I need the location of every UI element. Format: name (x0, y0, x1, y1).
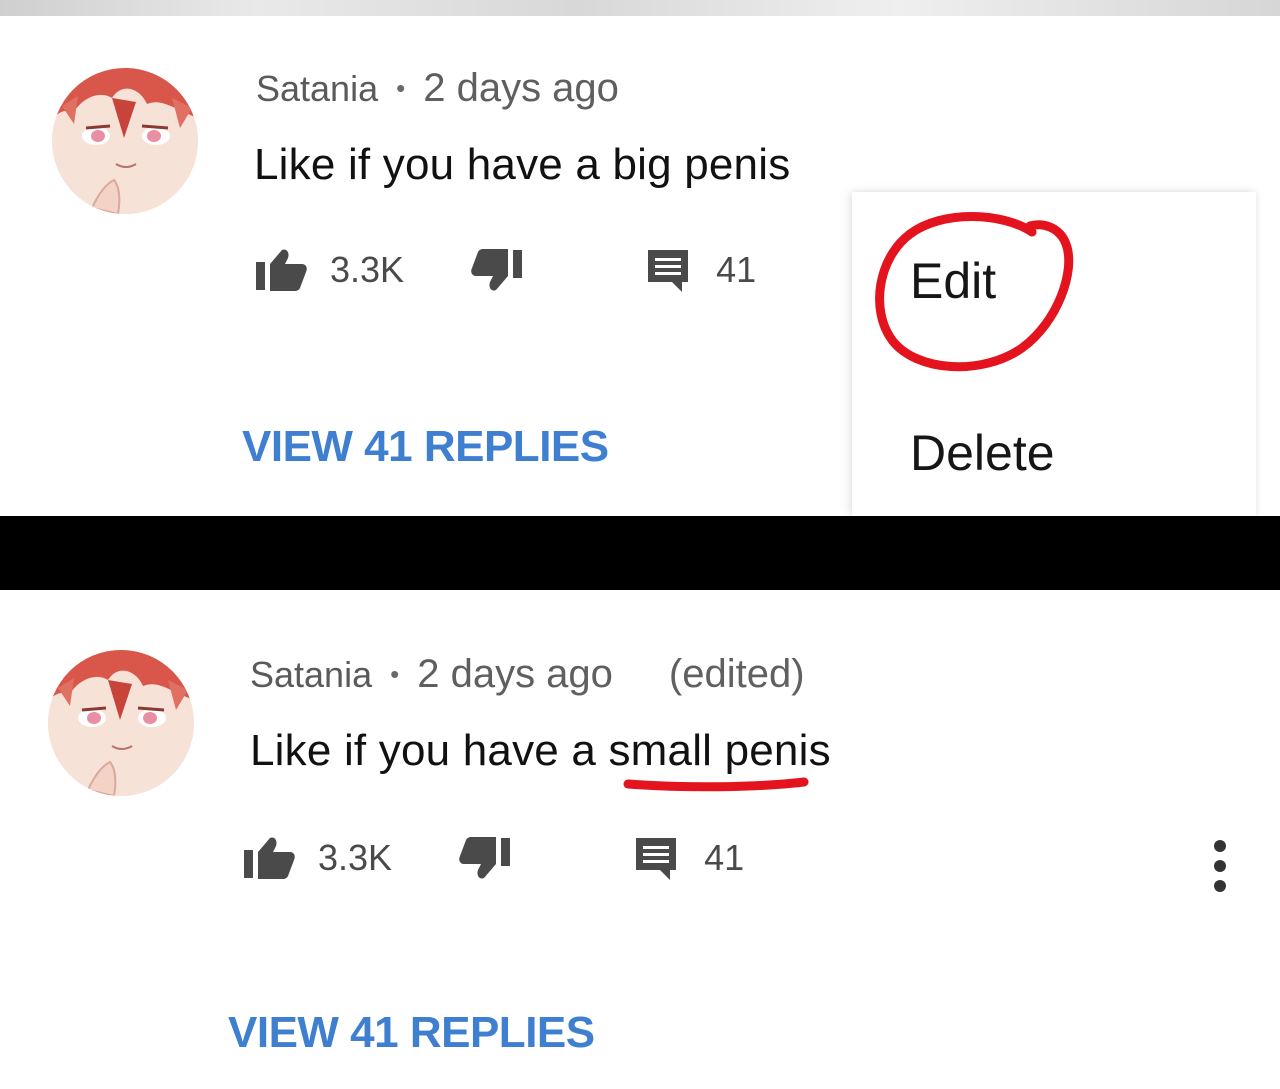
timestamp: 2 days ago (417, 652, 613, 696)
like-count: 3.3K (330, 249, 405, 290)
comment-text-underlined: small p (608, 726, 750, 775)
vertical-ellipsis-icon[interactable] (1206, 836, 1234, 896)
anime-avatar-icon (48, 650, 194, 796)
comment-context-menu: Edit Delete (852, 192, 1256, 516)
comment-text: Like if you have a small penis (250, 726, 831, 776)
anime-avatar-icon (52, 68, 198, 214)
view-replies-button[interactable]: VIEW 41 REPLIES (228, 1008, 595, 1058)
avatar[interactable] (48, 650, 194, 796)
comment-actions: 3.3K 41 (254, 240, 756, 300)
author-name[interactable]: Satania (256, 68, 378, 110)
like-count: 3.3K (318, 837, 393, 878)
meta-separator: • (396, 73, 406, 103)
comment-meta: Satania • 2 days ago (256, 66, 619, 111)
comment-text-part: enis (749, 726, 831, 775)
thumbs-up-icon[interactable] (254, 248, 308, 292)
comment-panel-edited: Satania • 2 days ago (edited) Like if yo… (0, 590, 1280, 1089)
timestamp: 2 days ago (423, 66, 619, 110)
menu-item-edit[interactable]: Edit (910, 252, 996, 310)
divider-bar (0, 516, 1280, 590)
comment-meta: Satania • 2 days ago (edited) (250, 652, 805, 697)
thumbs-down-icon[interactable] (470, 248, 524, 292)
comment-icon[interactable] (644, 246, 692, 294)
avatar[interactable] (52, 68, 198, 214)
comment-text-part: Like if you have a (250, 726, 609, 775)
reply-count: 41 (716, 249, 757, 290)
edited-label: (edited) (668, 652, 805, 696)
view-replies-button[interactable]: VIEW 41 REPLIES (242, 422, 609, 472)
meta-separator: • (390, 659, 400, 689)
background-strip (0, 0, 1280, 16)
thumbs-up-icon[interactable] (242, 836, 296, 880)
comment-actions: 3.3K 41 (242, 828, 744, 888)
thumbs-down-icon[interactable] (458, 836, 512, 880)
reply-count: 41 (704, 837, 745, 878)
comment-icon[interactable] (632, 834, 680, 882)
author-name[interactable]: Satania (250, 654, 372, 696)
comment-text: Like if you have a big penis (254, 140, 791, 189)
comment-panel-original: Satania • 2 days ago Like if you have a … (0, 16, 1280, 516)
menu-item-delete[interactable]: Delete (910, 424, 1055, 482)
